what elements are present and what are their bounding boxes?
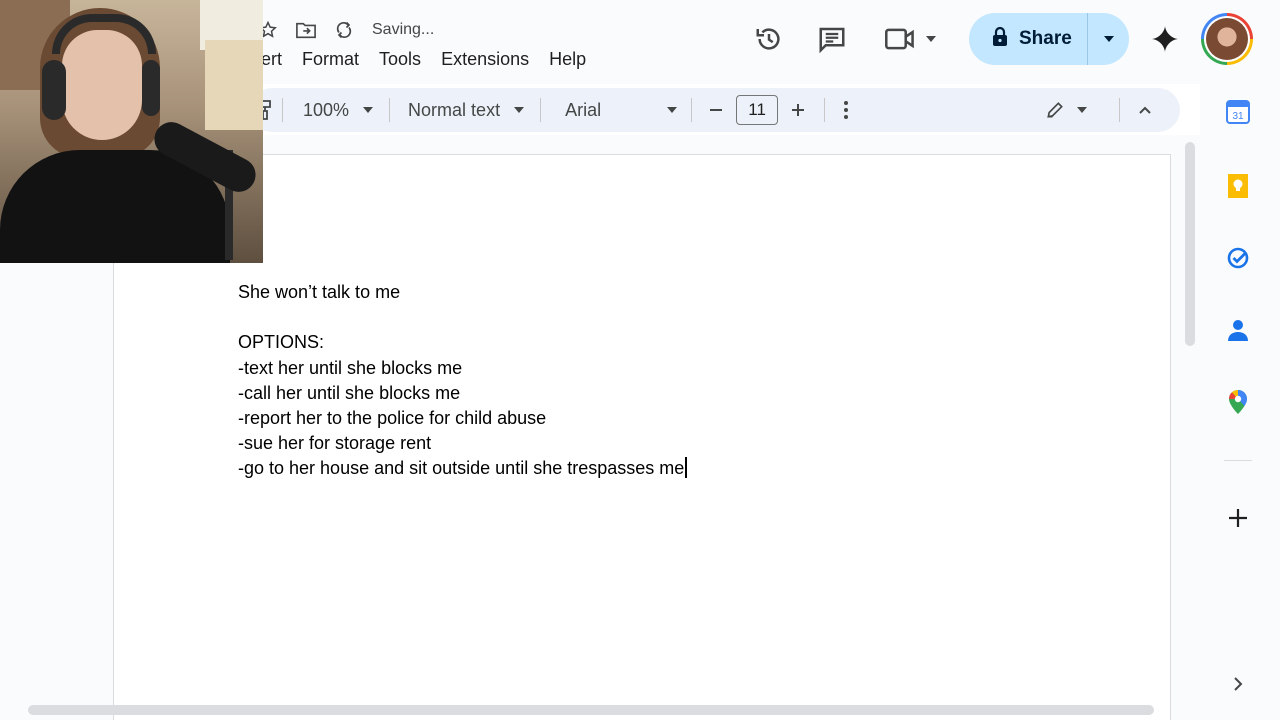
menu-bar: sert Format Tools Extensions Help: [252, 47, 586, 72]
doc-line: OPTIONS:: [238, 332, 325, 353]
minus-icon: [710, 109, 723, 111]
chevron-right-icon[interactable]: [1226, 672, 1250, 696]
share-label: Share: [1019, 28, 1072, 49]
zoom-select[interactable]: 100%: [293, 88, 374, 132]
calendar-day: 31: [1232, 111, 1244, 122]
comments-icon[interactable]: [815, 22, 849, 56]
side-panel: 31: [1200, 84, 1280, 720]
history-icon[interactable]: [752, 22, 786, 56]
saving-status: Saving...: [372, 21, 435, 38]
edit-pencil-icon: [1047, 102, 1063, 118]
toolbar-divider: [540, 98, 542, 122]
font-value: Arial: [565, 99, 602, 120]
increase-font-size-button[interactable]: [778, 88, 814, 132]
chevron-up-icon[interactable]: [1120, 88, 1180, 132]
title-row: Saving...: [256, 18, 434, 42]
webcam-headphone-right: [142, 60, 160, 116]
share-main[interactable]: Share: [969, 13, 1087, 65]
font-size-input[interactable]: 11: [736, 95, 779, 125]
decrease-font-size-button[interactable]: [702, 88, 736, 132]
doc-line: -text her until she blocks me: [238, 357, 463, 378]
side-panel-divider: [1224, 460, 1252, 461]
vertical-scrollbar[interactable]: [1185, 142, 1195, 346]
toolbar-divider: [389, 98, 391, 122]
lock-icon: [991, 26, 1009, 53]
text-cursor: [685, 457, 688, 479]
document-body[interactable]: She won’t talk to me OPTIONS: -text her …: [238, 280, 688, 482]
keep-icon[interactable]: [1226, 174, 1250, 198]
doc-line: -sue her for storage rent: [238, 433, 432, 454]
contacts-icon[interactable]: [1226, 318, 1250, 342]
avatar-photo: [1206, 18, 1248, 60]
chevron-down-icon: [667, 107, 678, 113]
menu-help[interactable]: Help: [549, 47, 586, 72]
webcam-overlay: [0, 0, 263, 263]
more-vert-icon[interactable]: [835, 88, 857, 132]
toolbar-divider: [282, 98, 283, 122]
menu-extensions[interactable]: Extensions: [441, 47, 529, 72]
add-icon[interactable]: [1226, 506, 1250, 530]
style-select[interactable]: Normal text: [400, 88, 525, 132]
doc-line: -go to her house and sit outside until s…: [238, 458, 685, 479]
toolbar-divider: [691, 98, 693, 122]
style-value: Normal text: [408, 99, 501, 120]
zoom-value: 100%: [303, 99, 350, 120]
chevron-down-icon: [1103, 36, 1114, 42]
toolbar-divider: [824, 98, 826, 122]
avatar[interactable]: [1201, 13, 1253, 65]
doc-line: She won’t talk to me: [238, 282, 401, 302]
chevron-down-icon: [363, 107, 374, 113]
maps-icon[interactable]: [1226, 390, 1250, 414]
sync-icon: [332, 18, 356, 42]
share-button[interactable]: Share: [969, 13, 1129, 65]
plus-icon: [792, 104, 805, 116]
chevron-down-icon: [1077, 107, 1087, 113]
menu-tools[interactable]: Tools: [379, 47, 421, 72]
editing-mode-button[interactable]: [1045, 88, 1119, 132]
webcam-headphone-left: [42, 60, 66, 120]
doc-line-last: -go to her house and sit outside until s…: [238, 456, 688, 481]
chevron-down-icon: [514, 107, 525, 113]
move-to-folder-icon[interactable]: [294, 18, 318, 42]
horizontal-scrollbar[interactable]: [28, 705, 1154, 715]
doc-line: -call her until she blocks me: [238, 382, 461, 403]
formatting-toolbar: 100% Normal text Arial 11: [250, 88, 1180, 132]
share-dropdown[interactable]: [1088, 13, 1129, 65]
tasks-icon[interactable]: [1226, 246, 1250, 270]
calendar-icon[interactable]: 31: [1226, 100, 1250, 124]
doc-line: -report her to the police for child abus…: [238, 407, 547, 428]
font-select[interactable]: Arial: [551, 88, 678, 132]
gemini-icon[interactable]: [1148, 22, 1182, 56]
doc-line: [238, 305, 687, 330]
webcam-background-lamp: [205, 40, 263, 130]
menu-format[interactable]: Format: [302, 47, 359, 72]
video-call-icon[interactable]: [884, 22, 946, 56]
